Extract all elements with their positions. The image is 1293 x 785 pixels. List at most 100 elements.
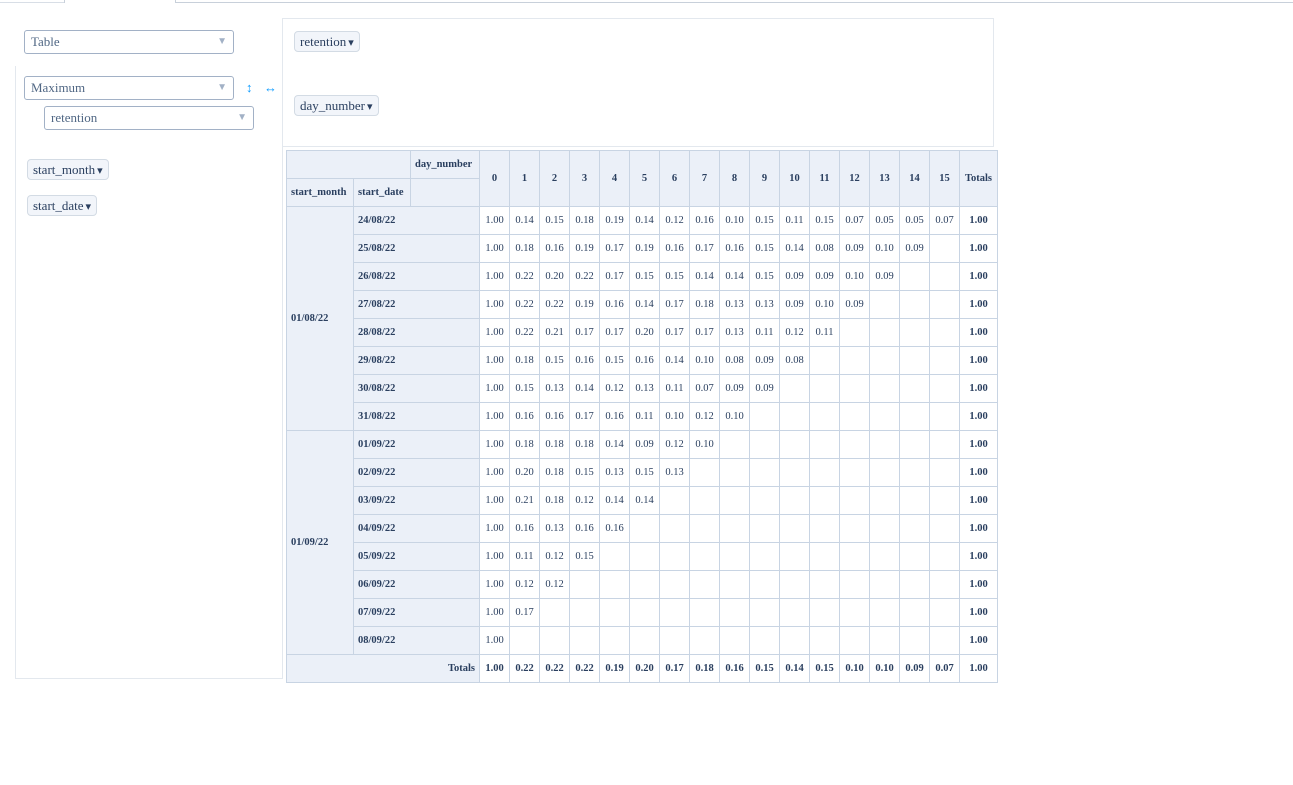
value-cell: 0.10 [809, 290, 840, 319]
value-cell [839, 514, 870, 543]
attribute-pill-label: retention [300, 34, 347, 49]
col-total-cell: 0.20 [629, 654, 660, 683]
table-row: 28/08/22 1.00 0.22 0.21 0.17 0.17 0.20 0.17 0.17… [287, 318, 998, 347]
col-total-cell: 0.10 [839, 654, 870, 683]
value-cell: 0.09 [779, 262, 810, 291]
table-row: 25/08/22 1.00 0.18 0.16 0.19 0.17 0.19 0.16 0.17… [287, 234, 998, 263]
value-cell [629, 542, 660, 571]
value-cell [929, 234, 960, 263]
value-cell: 1.00 [479, 234, 510, 263]
row-total-cell: 1.00 [959, 262, 998, 291]
value-cell: 0.19 [569, 290, 600, 319]
value-cell: 0.16 [599, 290, 630, 319]
row-key-date: 27/08/22 [353, 290, 480, 319]
col-total-cell: 0.22 [539, 654, 570, 683]
triangle-down-icon[interactable]: ▾ [97, 165, 103, 177]
value-cell: 0.12 [659, 430, 690, 459]
aggregator-attribute-value: retention [51, 110, 98, 125]
value-cell: 0.10 [689, 430, 720, 459]
header-row: day_number 0 1 2 3 4 5 6 7 8 9 10 11 12 13 14 15 Totals [286, 150, 998, 207]
attribute-pill-start-date[interactable]: start_date ▾ [27, 195, 98, 216]
attribute-pill-retention[interactable]: retention ▾ [294, 31, 360, 52]
col-key-header: 11 [809, 150, 840, 207]
col-key-header: 10 [779, 150, 810, 207]
value-cell [719, 486, 750, 515]
value-cell: 0.16 [509, 402, 540, 431]
value-cell [779, 514, 810, 543]
value-cell [749, 626, 780, 655]
value-cell [719, 570, 750, 599]
aggregator-attribute-select[interactable]: retention ▼ [44, 106, 254, 130]
value-cell [899, 430, 930, 459]
value-cell [599, 626, 630, 655]
value-cell: 0.18 [539, 430, 570, 459]
vertical-arrows-icon[interactable]: ↕ [246, 80, 253, 96]
value-cell: 0.22 [509, 290, 540, 319]
totals-col-header: Totals [959, 150, 998, 207]
value-cell: 0.17 [689, 234, 720, 263]
value-cell [869, 626, 900, 655]
value-cell: 0.13 [719, 290, 750, 319]
value-cell: 0.05 [899, 206, 930, 235]
row-total-cell: 1.00 [959, 542, 998, 571]
value-cell: 1.00 [479, 598, 510, 627]
value-cell [779, 374, 810, 403]
value-cell: 0.15 [629, 262, 660, 291]
header-blank [410, 178, 480, 207]
value-cell: 0.22 [539, 290, 570, 319]
value-cell: 0.17 [599, 234, 630, 263]
value-cell: 0.15 [539, 206, 570, 235]
row-key-month: 01/08/22 [286, 206, 354, 431]
value-cell: 0.12 [539, 542, 570, 571]
value-cell: 0.18 [509, 346, 540, 375]
chevron-down-icon: ▼ [237, 112, 247, 123]
value-cell: 1.00 [479, 458, 510, 487]
attribute-pill-day-number[interactable]: day_number ▾ [294, 95, 379, 116]
value-cell [749, 514, 780, 543]
value-cell [689, 598, 720, 627]
aggregator-select[interactable]: Maximum ▼ [24, 76, 234, 100]
renderer-select[interactable]: Table ▼ [24, 30, 234, 54]
value-cell [659, 570, 690, 599]
value-cell: 0.13 [719, 318, 750, 347]
column-drop-area [282, 66, 994, 147]
triangle-down-icon[interactable]: ▾ [86, 201, 92, 213]
horizontal-arrows-icon[interactable]: ↔ [264, 80, 277, 96]
col-total-cell: 1.00 [479, 654, 510, 683]
tab-strip-line [0, 2, 64, 3]
value-cell [899, 514, 930, 543]
value-cell: 0.11 [809, 318, 840, 347]
col-total-cell: 0.07 [929, 654, 960, 683]
triangle-down-icon[interactable]: ▾ [348, 37, 354, 49]
row-key-date: 05/09/22 [353, 542, 480, 571]
value-cell: 0.14 [689, 262, 720, 291]
col-key-header: 4 [599, 150, 630, 207]
value-cell [809, 570, 840, 599]
col-key-header: 15 [929, 150, 960, 207]
value-cell: 0.15 [599, 346, 630, 375]
value-cell: 0.11 [659, 374, 690, 403]
value-cell: 0.16 [599, 514, 630, 543]
attribute-pill-start-month[interactable]: start_month ▾ [27, 159, 109, 180]
value-cell [899, 626, 930, 655]
value-cell: 0.12 [599, 374, 630, 403]
attribute-pill-label: start_month [33, 162, 96, 177]
row-key-date: 08/09/22 [353, 626, 480, 655]
table-row: 04/09/22 1.00 0.16 0.13 0.16 0.16 1.00 [287, 514, 998, 543]
active-tab[interactable] [64, 0, 176, 3]
value-cell: 0.09 [779, 290, 810, 319]
value-cell [899, 262, 930, 291]
value-cell [869, 346, 900, 375]
value-cell: 0.09 [719, 374, 750, 403]
row-total-cell: 1.00 [959, 486, 998, 515]
value-cell: 0.09 [839, 290, 870, 319]
value-cell [839, 346, 870, 375]
value-cell [719, 598, 750, 627]
value-cell [689, 570, 720, 599]
value-cell: 0.18 [509, 234, 540, 263]
value-cell [809, 626, 840, 655]
value-cell: 0.17 [659, 318, 690, 347]
value-cell: 0.10 [719, 206, 750, 235]
triangle-down-icon[interactable]: ▾ [367, 101, 373, 113]
value-cell [629, 598, 660, 627]
